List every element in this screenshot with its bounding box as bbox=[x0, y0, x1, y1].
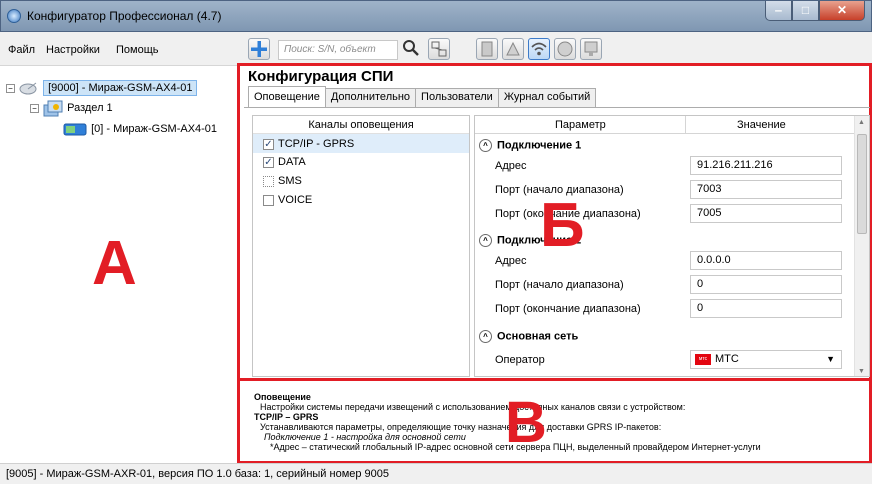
port-end-field[interactable]: 7005 bbox=[690, 204, 842, 223]
port-start-field[interactable]: 7003 bbox=[690, 180, 842, 199]
grid-header: Параметр Значение bbox=[475, 116, 869, 134]
description-panel: Оповещение Настройки системы передачи из… bbox=[254, 392, 866, 462]
menu-file[interactable]: Файл bbox=[8, 44, 35, 56]
tab-bar: Оповещение Дополнительно Пользователи Жу… bbox=[248, 86, 597, 107]
menu-settings[interactable]: Настройки bbox=[46, 44, 100, 56]
tab-additional[interactable]: Дополнительно bbox=[324, 88, 417, 107]
status-bar: [9005] - Мираж-GSM-AXR-01, версия ПО 1.0… bbox=[0, 463, 872, 484]
value-column-header: Значение bbox=[737, 119, 786, 131]
collapse-chevron-icon[interactable]: ^ bbox=[479, 234, 492, 247]
port-end-field[interactable]: 0 bbox=[690, 299, 842, 318]
mts-logo: мтс bbox=[695, 353, 711, 365]
channel-item-data[interactable]: ✓ DATA bbox=[253, 153, 469, 172]
read-button[interactable] bbox=[476, 38, 498, 60]
tab-notification[interactable]: Оповещение bbox=[248, 86, 326, 107]
satellite-dish-icon bbox=[19, 82, 37, 95]
channel-item-sms[interactable]: SMS bbox=[253, 172, 469, 191]
device-write-icon bbox=[506, 41, 520, 56]
scroll-up-icon[interactable]: ▲ bbox=[858, 119, 865, 126]
tab-event-log[interactable]: Журнал событий bbox=[497, 88, 597, 107]
wifi-button[interactable] bbox=[528, 38, 550, 60]
tab-panel-border bbox=[244, 107, 870, 108]
annotation-letter-c: В bbox=[505, 390, 547, 455]
toolbar: Поиск: S/N, объект bbox=[240, 32, 872, 66]
menu-bar: Файл Настройки Помощь bbox=[0, 32, 240, 66]
monitor-icon bbox=[584, 41, 598, 56]
add-button[interactable] bbox=[248, 38, 270, 60]
param-row: Порт (окончание диапазона) 0 bbox=[475, 297, 855, 321]
menu-help[interactable]: Помощь bbox=[116, 44, 159, 56]
search-input[interactable]: Поиск: S/N, объект bbox=[278, 40, 398, 60]
dropdown-arrow-icon[interactable]: ▼ bbox=[826, 351, 835, 368]
maximize-button[interactable]: □ bbox=[792, 1, 819, 21]
checkbox-checked-icon[interactable]: ✓ bbox=[263, 138, 274, 150]
tab-users[interactable]: Пользователи bbox=[415, 88, 499, 107]
desc-line: *Адрес – статический глобальный IP-адрес… bbox=[270, 442, 761, 452]
monitor-button[interactable] bbox=[580, 38, 602, 60]
search-icon[interactable] bbox=[402, 39, 420, 60]
annotation-divider bbox=[237, 63, 240, 463]
tree-item-device[interactable]: [0] - Мираж-GSM-AX4-01 bbox=[91, 123, 217, 135]
param-row: Адрес 0.0.0.0 bbox=[475, 249, 855, 273]
tree-item-partition[interactable]: Раздел 1 bbox=[67, 102, 113, 114]
channel-item-tcpip[interactable]: ✓ TCP/IP - GPRS bbox=[253, 134, 469, 153]
window-title: Конфигуратор Профессионал (4.7) bbox=[27, 9, 222, 23]
channels-panel: Каналы оповещения ✓ TCP/IP - GPRS ✓ DATA S… bbox=[252, 115, 470, 377]
plus-icon bbox=[251, 41, 267, 57]
app-icon bbox=[7, 9, 21, 23]
globe-button[interactable] bbox=[554, 38, 576, 60]
desc-heading: Оповещение bbox=[254, 392, 311, 402]
port-start-field[interactable]: 0 bbox=[690, 275, 842, 294]
desc-subheading: TCP/IP – GPRS bbox=[254, 412, 319, 422]
address-field[interactable]: 91.216.211.216 bbox=[690, 156, 842, 175]
device-read-icon bbox=[481, 41, 493, 57]
minimize-button[interactable]: ‒ bbox=[765, 1, 792, 21]
scrollbar-thumb[interactable] bbox=[857, 134, 867, 234]
section-connection-1[interactable]: ^ Подключение 1 bbox=[479, 139, 581, 152]
partition-icon bbox=[43, 100, 63, 117]
param-row: Адрес 91.216.211.216 bbox=[475, 154, 855, 178]
annotation-letter-a: А bbox=[92, 229, 137, 298]
checkbox-checked-icon[interactable]: ✓ bbox=[263, 156, 274, 168]
checkbox-unchecked-icon[interactable] bbox=[263, 175, 274, 187]
title-bar: Конфигуратор Профессионал (4.7) ‒ □ ✕ bbox=[0, 0, 872, 32]
desc-line: Настройки системы передачи извещений с и… bbox=[260, 402, 686, 412]
param-row: Оператор мтс МТС ▼ bbox=[475, 348, 855, 372]
scroll-down-icon[interactable]: ▼ bbox=[858, 368, 865, 375]
param-column-header: Параметр bbox=[555, 119, 606, 131]
section-main-network[interactable]: ^ Основная сеть bbox=[479, 330, 578, 343]
param-row: Порт (начало диапазона) 7003 bbox=[475, 178, 855, 202]
collapse-chevron-icon[interactable]: ^ bbox=[479, 139, 492, 152]
network-button[interactable] bbox=[428, 38, 450, 60]
channels-header: Каналы оповещения bbox=[253, 116, 469, 134]
param-row: Порт (начало диапазона) 0 bbox=[475, 273, 855, 297]
address-field[interactable]: 0.0.0.0 bbox=[690, 251, 842, 270]
operator-select[interactable]: мтс МТС ▼ bbox=[690, 350, 842, 369]
globe-icon bbox=[557, 41, 573, 57]
wifi-icon bbox=[531, 42, 547, 56]
parameters-grid: Параметр Значение ^ Подключение 1 Адрес 91… bbox=[474, 115, 870, 377]
close-button[interactable]: ✕ bbox=[819, 1, 865, 21]
collapse-icon[interactable]: − bbox=[6, 83, 15, 93]
param-row: Порт (окончание диапазона) 7005 bbox=[475, 202, 855, 226]
device-icon bbox=[63, 123, 87, 136]
desc-line: Устанавливаются параметры, определяющие … bbox=[260, 422, 662, 432]
desc-line: Подключение 1 - настройка для основной с… bbox=[264, 432, 466, 442]
collapse-chevron-icon[interactable]: ^ bbox=[479, 330, 492, 343]
tree-item-root[interactable]: [9000] - Мираж-GSM-AX4-01 bbox=[43, 79, 198, 96]
network-icon bbox=[431, 41, 447, 57]
write-button[interactable] bbox=[502, 38, 524, 60]
annotation-letter-b: Б bbox=[540, 191, 585, 260]
vertical-scrollbar[interactable]: ▲ ▼ bbox=[854, 116, 869, 376]
channel-item-voice[interactable]: VOICE bbox=[253, 191, 469, 210]
collapse-icon[interactable]: − bbox=[30, 103, 39, 113]
page-title: Конфигурация СПИ bbox=[248, 68, 394, 85]
checkbox-unchecked-icon[interactable] bbox=[263, 194, 274, 206]
